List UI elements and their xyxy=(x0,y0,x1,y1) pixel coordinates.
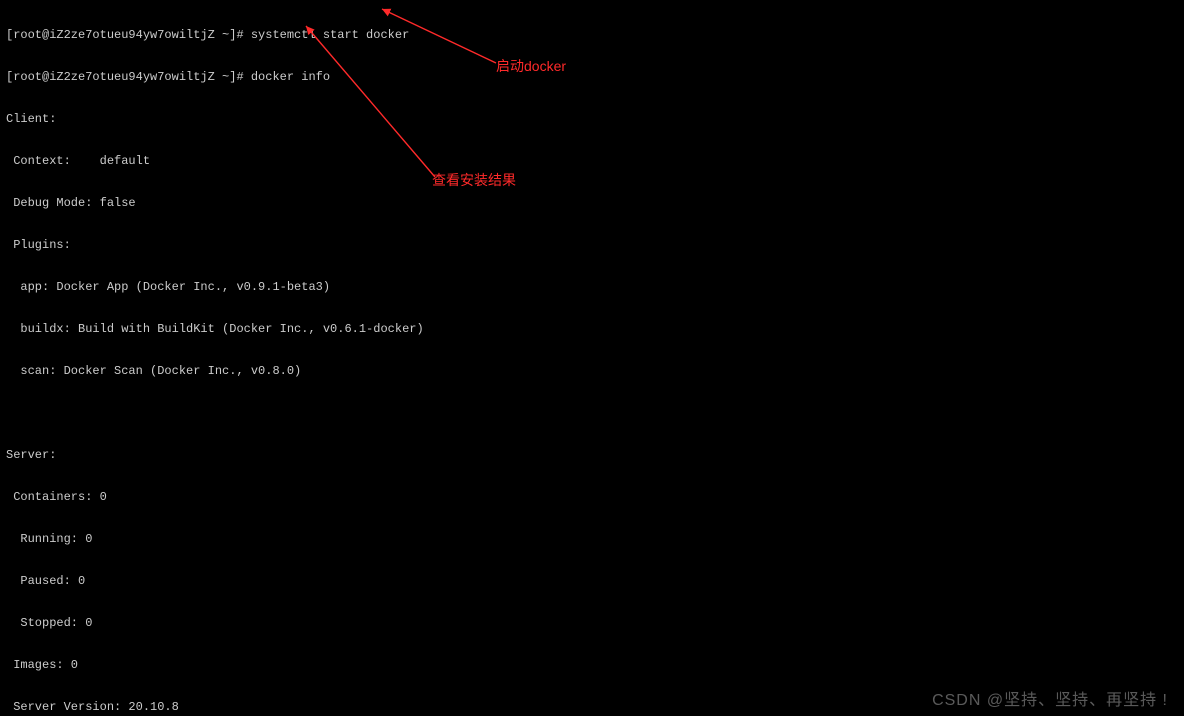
term-line: [root@iZ2ze7otueu94yw7owiltjZ ~]# docker… xyxy=(6,70,1178,84)
term-line: [root@iZ2ze7otueu94yw7owiltjZ ~]# system… xyxy=(6,28,1178,42)
term-line: app: Docker App (Docker Inc., v0.9.1-bet… xyxy=(6,280,1178,294)
term-line: Server: xyxy=(6,448,1178,462)
watermark: CSDN @坚持、坚持、再坚持 ! xyxy=(932,686,1168,710)
term-line: Context: default xyxy=(6,154,1178,168)
term-line: buildx: Build with BuildKit (Docker Inc.… xyxy=(6,322,1178,336)
term-line: Debug Mode: false xyxy=(6,196,1178,210)
term-line: Plugins: xyxy=(6,238,1178,252)
annotation-start-docker: 启动docker xyxy=(496,56,566,76)
term-line: Client: xyxy=(6,112,1178,126)
term-line: Images: 0 xyxy=(6,658,1178,672)
term-line: Stopped: 0 xyxy=(6,616,1178,630)
terminal-output[interactable]: [root@iZ2ze7otueu94yw7owiltjZ ~]# system… xyxy=(0,0,1184,716)
arrow-check-result-icon xyxy=(300,22,440,182)
term-line xyxy=(6,406,1178,420)
term-line: Containers: 0 xyxy=(6,490,1178,504)
term-line: Running: 0 xyxy=(6,532,1178,546)
term-line: Paused: 0 xyxy=(6,574,1178,588)
annotation-check-result: 查看安装结果 xyxy=(432,170,516,190)
term-line: scan: Docker Scan (Docker Inc., v0.8.0) xyxy=(6,364,1178,378)
